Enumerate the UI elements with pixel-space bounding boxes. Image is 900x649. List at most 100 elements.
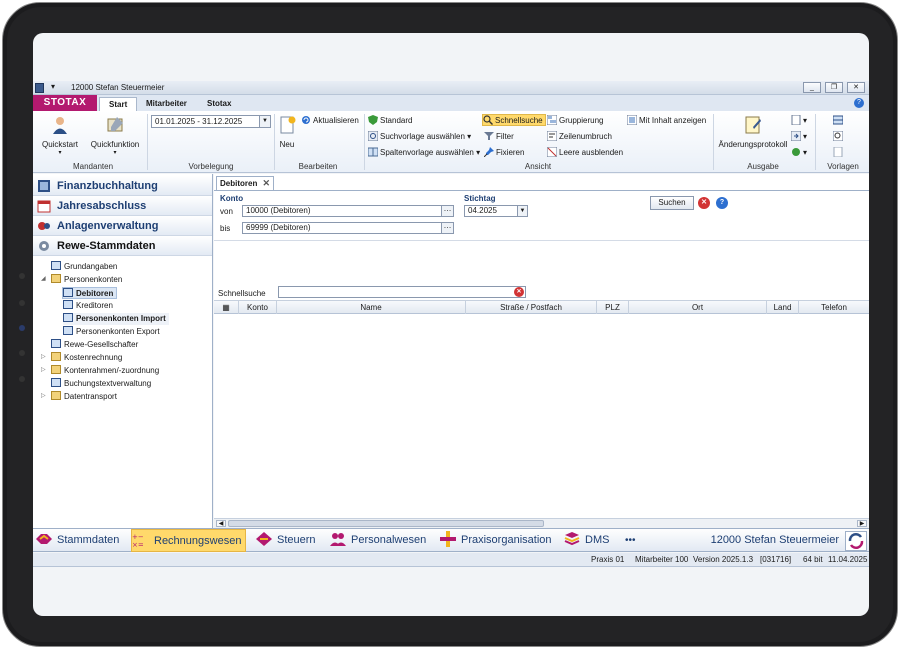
gruppierung-button[interactable]: Gruppierung [547, 115, 603, 127]
tree-item-datentransport[interactable]: Datentransport [51, 391, 117, 403]
tree-item-buchungstextverwaltung[interactable]: Buchungstextverwaltung [51, 378, 151, 390]
module-personalwesen[interactable]: Personalwesen [329, 529, 426, 552]
schnellsuche-label: Schnellsuche [218, 289, 266, 298]
aenderungsprotokoll-button[interactable]: Änderungsprotokoll [717, 115, 789, 149]
tab-mitarbeiter[interactable]: Mitarbeiter [137, 97, 196, 111]
vorlage-table-button[interactable] [833, 115, 845, 127]
stotax-logo[interactable]: STOTAX [33, 95, 97, 111]
tree-item-debitoren[interactable]: Debitoren [62, 287, 118, 299]
app-icon[interactable] [35, 83, 44, 93]
tree-item-grundangaben[interactable]: Grundangaben [51, 261, 117, 273]
chevron-down-icon[interactable]: ▼ [517, 206, 527, 216]
stichtag-select[interactable]: 04.2025 ▼ [464, 205, 528, 217]
more-modules-button[interactable]: ••• [625, 529, 636, 552]
minimize-button[interactable]: _ [803, 82, 821, 93]
section-jahresabschluss[interactable]: Jahresabschluss [33, 196, 212, 216]
scroll-right-icon[interactable]: ▶ [857, 520, 867, 527]
module-label: Steuern [277, 534, 316, 546]
tab-stotax[interactable]: Stotax [198, 97, 240, 111]
table-header: ▦ Konto Name Straße / Postfach PLZ Ort L… [214, 300, 869, 314]
spaltenvorlage-button[interactable]: Spaltenvorlage auswählen ▾ [368, 147, 480, 159]
quickfunktion-button[interactable]: Quickfunktion ▾ [89, 115, 141, 156]
assets-icon [38, 222, 50, 230]
filter-button[interactable]: Filter [484, 131, 514, 143]
vorlage-page-button[interactable] [833, 147, 845, 159]
section-anlagenverwaltung[interactable]: Anlagenverwaltung [33, 216, 212, 236]
module-label: Personalwesen [351, 534, 427, 546]
mit-inhalt-label: Mit Inhalt anzeigen [639, 116, 707, 125]
module-praxisorganisation[interactable]: Praxisorganisation [439, 529, 552, 552]
konto-von-field[interactable]: 10000 (Debitoren) … [242, 205, 454, 217]
column-ort[interactable]: Ort [629, 301, 767, 314]
fixieren-button[interactable]: Fixieren [484, 147, 524, 159]
section-finanzbuchhaltung[interactable]: Finanzbuchhaltung [33, 176, 212, 196]
cancel-icon[interactable]: ✕ [698, 197, 710, 209]
scrollbar-thumb[interactable] [228, 520, 544, 527]
schnellsuche-button[interactable]: Schnellsuche [482, 114, 546, 126]
tab-start[interactable]: Start [99, 97, 138, 111]
export-dropdown-button[interactable]: ▾ [791, 131, 807, 143]
restore-button[interactable]: ❐ [825, 82, 843, 93]
period-select[interactable]: 01.01.2025 - 31.12.2025 ▼ [151, 115, 271, 128]
mit-inhalt-anzeigen-button[interactable]: Mit Inhalt anzeigen [627, 115, 706, 127]
help-icon[interactable]: ? [854, 98, 864, 108]
help-icon[interactable]: ? [716, 197, 728, 209]
tree-label: Datentransport [64, 392, 117, 401]
tree-label: Debitoren [76, 289, 114, 298]
module-rechnungswesen[interactable]: +− ×= Rechnungswesen [131, 529, 247, 552]
suchen-button[interactable]: Suchen [650, 196, 694, 210]
quick-access-dropdown-icon[interactable]: ▾ [51, 82, 55, 91]
document-icon [791, 115, 801, 125]
more-icon[interactable]: … [441, 205, 453, 216]
konto-bis-field[interactable]: 69999 (Debitoren) … [242, 222, 454, 234]
collapsed-arrow-icon[interactable]: ▷ [41, 366, 46, 373]
aktualisieren-button[interactable]: Aktualisieren [301, 115, 359, 127]
calculator-icon: +−×= [132, 533, 144, 548]
zeilenumbruch-button[interactable]: Zeilenumbruch [547, 131, 612, 143]
module-stammdaten[interactable]: Stammdaten [35, 529, 119, 552]
folder-icon [51, 365, 61, 374]
schnellsuche-input[interactable]: ✕ [278, 286, 526, 298]
suchvorlage-button[interactable]: Suchvorlage auswählen ▾ [368, 131, 471, 143]
tab-divider [214, 190, 869, 191]
tree-label: Personenkonten Export [76, 327, 160, 336]
tree-item-personenkonten-export[interactable]: Personenkonten Export [63, 326, 160, 338]
column-plz[interactable]: PLZ [597, 301, 629, 314]
vorlage-search-button[interactable] [833, 131, 845, 143]
neu-button[interactable]: Neu [277, 115, 297, 149]
clear-icon[interactable]: ✕ [514, 287, 524, 297]
tree-item-personenkonten[interactable]: Personenkonten [51, 274, 122, 286]
close-button[interactable]: ✕ [847, 82, 865, 93]
tree-item-kontenrahmen[interactable]: Kontenrahmen/-zuordnung [51, 365, 159, 377]
collapsed-arrow-icon[interactable]: ▷ [41, 392, 46, 399]
horizontal-scrollbar[interactable]: ◀ ▶ [214, 518, 869, 528]
share-dropdown-button[interactable]: ▾ [791, 147, 807, 159]
column-land[interactable]: Land [767, 301, 799, 314]
chevron-down-icon[interactable]: ▼ [259, 116, 270, 127]
expanded-arrow-icon[interactable]: ◢ [41, 275, 46, 282]
column-strasse[interactable]: Straße / Postfach [466, 301, 597, 314]
more-icon[interactable]: … [441, 222, 453, 233]
table-icon [63, 313, 73, 322]
column-telefon[interactable]: Telefon [799, 301, 869, 314]
column-name[interactable]: Name [277, 301, 466, 314]
leere-ausblenden-button[interactable]: Leere ausblenden [547, 147, 623, 159]
quickfunction-icon [107, 117, 123, 132]
scroll-left-icon[interactable]: ◀ [216, 520, 226, 527]
module-steuern[interactable]: Steuern [255, 529, 316, 552]
section-rewe-stammdaten[interactable]: Rewe-Stammdaten [33, 236, 212, 256]
close-icon[interactable]: ✕ [262, 177, 270, 190]
standard-button[interactable]: Standard [368, 115, 412, 127]
quickstart-button[interactable]: Quickstart ▾ [41, 115, 79, 156]
sync-button[interactable] [845, 531, 867, 551]
tree-item-kreditoren[interactable]: Kreditoren [63, 300, 113, 312]
module-dms[interactable]: DMS [563, 529, 609, 552]
document-dropdown-button[interactable]: ▾ [791, 115, 807, 127]
column-chooser-icon[interactable]: ▦ [214, 301, 239, 314]
tab-debitoren[interactable]: Debitoren ✕ [216, 176, 274, 190]
tree-item-rewe-gesellschafter[interactable]: Rewe-Gesellschafter [51, 339, 138, 351]
collapsed-arrow-icon[interactable]: ▷ [41, 353, 46, 360]
column-konto[interactable]: Konto [239, 301, 277, 314]
tree-item-personenkonten-import[interactable]: Personenkonten Import [63, 313, 169, 325]
tree-item-kostenrechnung[interactable]: Kostenrechnung [51, 352, 122, 364]
